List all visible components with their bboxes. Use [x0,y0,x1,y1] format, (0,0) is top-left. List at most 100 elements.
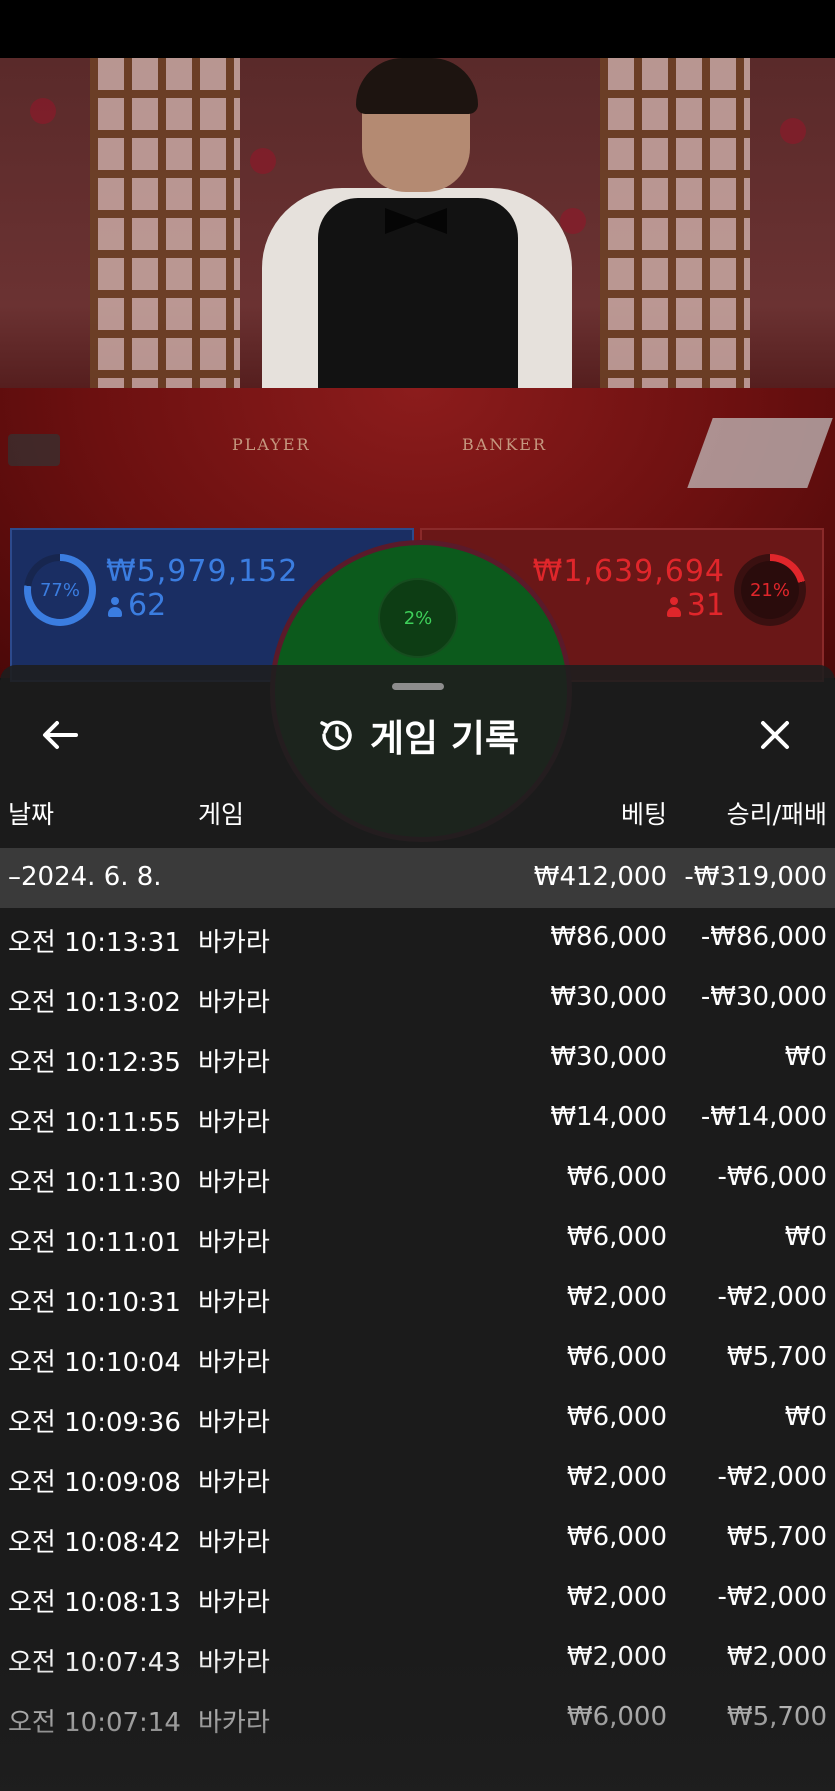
history-row[interactable]: 오전 10:12:35 바카라 ₩30,000 ₩0 [0,1028,835,1088]
row-time: 오전 10:12:35 [8,1048,181,1078]
row-game: 바카라 [198,988,270,1018]
row-result: ₩0 [784,1042,827,1072]
close-icon [761,721,789,749]
history-row[interactable]: 오전 10:11:01 바카라 ₩6,000 ₩0 [0,1208,835,1268]
blossom-decoration [780,118,806,144]
row-bet: ₩2,000 [566,1582,667,1612]
banker-percent-ring: 21% [734,554,806,626]
history-row[interactable]: 오전 10:09:36 바카라 ₩6,000 ₩0 [0,1388,835,1448]
status-bar [0,0,835,58]
row-result: -₩6,000 [717,1162,827,1192]
history-row[interactable]: 오전 10:10:31 바카라 ₩2,000 -₩2,000 [0,1268,835,1328]
row-result: -₩2,000 [717,1282,827,1312]
column-header-result: 승리/패배 [726,800,827,829]
row-bet: ₩2,000 [566,1462,667,1492]
row-time: 오전 10:11:01 [8,1228,181,1258]
row-time: 오전 10:10:31 [8,1288,181,1318]
lattice-screen-left [90,58,240,418]
blossom-decoration [560,208,586,234]
row-result: -₩2,000 [717,1462,827,1492]
row-time: 오전 10:07:14 [8,1708,181,1738]
row-bet: ₩2,000 [566,1642,667,1672]
row-time: 오전 10:13:02 [8,988,181,1018]
banker-bet-amount: ₩1,639,694 [532,554,725,589]
history-row[interactable]: 오전 10:08:42 바카라 ₩6,000 ₩5,700 [0,1508,835,1568]
row-result: -₩86,000 [700,922,827,952]
row-bet: ₩6,000 [566,1222,667,1252]
row-game: 바카라 [198,1588,270,1618]
game-history-sheet: 게임 기록 날짜 게임 베팅 승리/패배 –2024. 6. 8. ₩412,0… [0,665,835,1791]
close-button[interactable] [745,705,805,765]
row-bet: ₩6,000 [566,1402,667,1432]
sheet-header: 게임 기록 [0,695,835,775]
row-game: 바카라 [198,1648,270,1678]
player-bet-amount: ₩5,979,152 [106,554,299,589]
summary-bet: ₩412,000 [533,862,667,892]
row-bet: ₩6,000 [566,1342,667,1372]
sheet-title-group: 게임 기록 [0,695,835,775]
summary-result: -₩319,000 [684,862,827,892]
row-game: 바카라 [198,928,270,958]
history-row[interactable]: 오전 10:08:13 바카라 ₩2,000 -₩2,000 [0,1568,835,1628]
history-row[interactable]: 오전 10:07:43 바카라 ₩2,000 ₩2,000 [0,1628,835,1688]
player-bettor-count: 62 [108,588,166,623]
row-bet: ₩14,000 [550,1102,667,1132]
sheet-drag-handle[interactable] [392,683,444,690]
person-icon [666,597,681,617]
row-bet: ₩30,000 [550,1042,667,1072]
table-banker-label: BANKER [462,435,547,454]
card-tray [8,434,60,466]
person-icon [108,597,122,617]
player-percent: 77% [31,561,89,619]
banker-bettor-count: 31 [666,588,725,623]
row-time: 오전 10:09:36 [8,1408,181,1438]
row-time: 오전 10:11:55 [8,1108,181,1138]
banker-percent: 21% [741,561,799,619]
banker-count-value: 31 [686,588,725,623]
history-row[interactable]: 오전 10:10:04 바카라 ₩6,000 ₩5,700 [0,1328,835,1388]
history-row[interactable]: 오전 10:13:02 바카라 ₩30,000 -₩30,000 [0,968,835,1028]
history-row[interactable]: 오전 10:07:14 바카라 ₩6,000 ₩5,700 [0,1688,835,1748]
date-summary-row[interactable]: –2024. 6. 8. ₩412,000 -₩319,000 [0,848,835,908]
row-game: 바카라 [198,1228,270,1258]
history-row[interactable]: 오전 10:09:08 바카라 ₩2,000 -₩2,000 [0,1448,835,1508]
row-game: 바카라 [198,1108,270,1138]
row-result: ₩5,700 [726,1702,827,1732]
history-list: –2024. 6. 8. ₩412,000 -₩319,000 오전 10:13… [0,848,835,1748]
row-result: -₩2,000 [717,1582,827,1612]
row-game: 바카라 [198,1048,270,1078]
history-row[interactable]: 오전 10:11:30 바카라 ₩6,000 -₩6,000 [0,1148,835,1208]
row-time: 오전 10:07:43 [8,1648,181,1678]
lattice-screen-right [600,58,750,418]
dealer-hair [356,58,478,114]
row-result: -₩14,000 [700,1102,827,1132]
tie-percent: 2% [378,578,458,658]
history-clock-icon [320,720,352,751]
row-bet: ₩2,000 [566,1282,667,1312]
row-time: 오전 10:10:04 [8,1348,181,1378]
row-time: 오전 10:11:30 [8,1168,181,1198]
summary-date: –2024. 6. 8. [8,862,162,892]
column-header-bet: 베팅 [620,800,667,829]
row-game: 바카라 [198,1168,270,1198]
row-bet: ₩6,000 [566,1162,667,1192]
row-game: 바카라 [198,1708,270,1738]
player-percent-ring: 77% [24,554,96,626]
row-bet: ₩86,000 [550,922,667,952]
column-header-date: 날짜 [8,800,55,829]
history-row[interactable]: 오전 10:13:31 바카라 ₩86,000 -₩86,000 [0,908,835,968]
card-shoe [687,418,833,488]
row-result: ₩5,700 [726,1522,827,1552]
table-player-label: PLAYER [232,435,311,454]
row-bet: ₩6,000 [566,1702,667,1732]
row-game: 바카라 [198,1528,270,1558]
blossom-decoration [30,98,56,124]
blossom-decoration [250,148,276,174]
row-time: 오전 10:08:13 [8,1588,181,1618]
player-count-value: 62 [128,588,167,623]
row-time: 오전 10:13:31 [8,928,181,958]
history-row[interactable]: 오전 10:11:55 바카라 ₩14,000 -₩14,000 [0,1088,835,1148]
row-time: 오전 10:08:42 [8,1528,181,1558]
row-result: -₩30,000 [700,982,827,1012]
row-result: ₩0 [784,1402,827,1432]
